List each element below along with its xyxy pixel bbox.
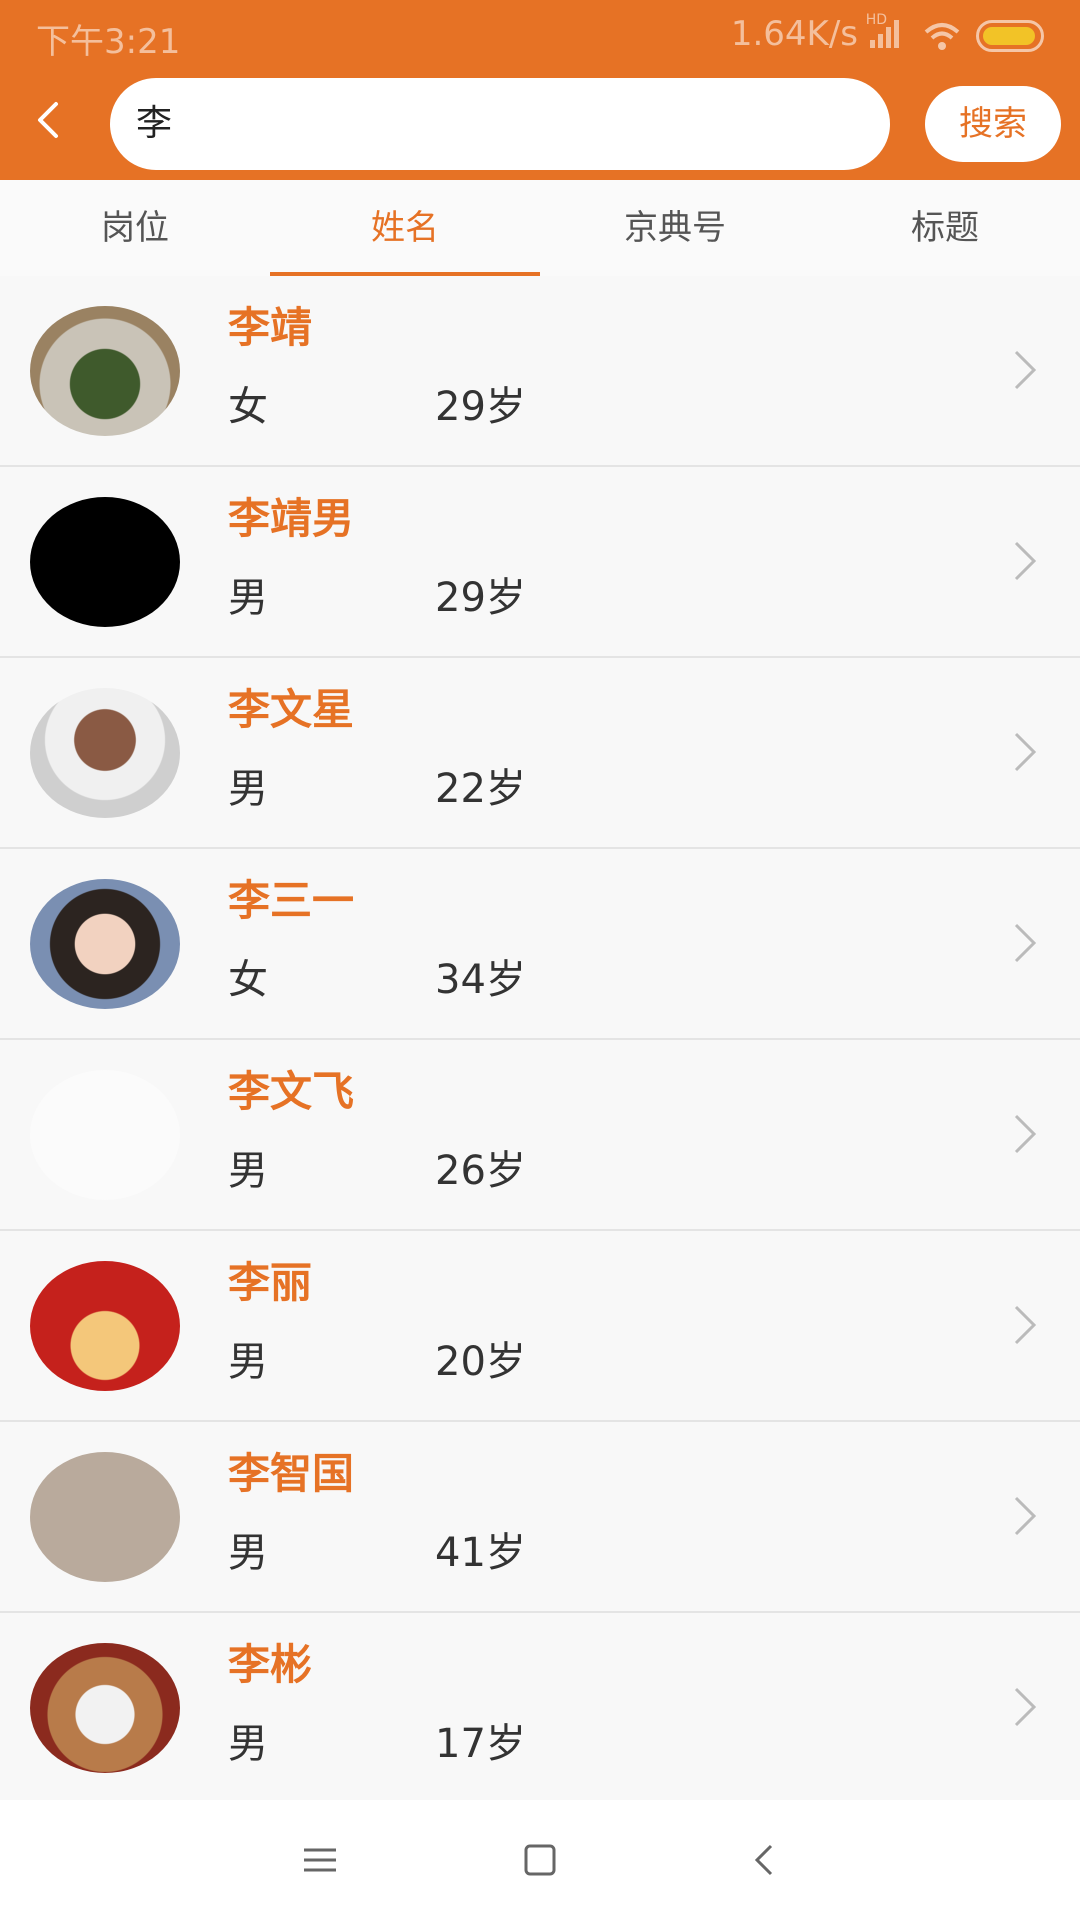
tab-jingdian-number[interactable]: 京典号 [540,180,810,276]
person-name: 李文星 [228,685,355,734]
chevron-right-icon [1014,350,1037,390]
tab-label: 标题 [911,208,979,248]
list-item[interactable]: 李智国 男 41岁 [0,1422,1080,1613]
person-gender: 男 [228,1339,268,1385]
avatar [30,1452,180,1582]
tab-label: 岗位 [101,208,169,248]
list-item[interactable]: 李三一 女 34岁 [0,849,1080,1040]
chevron-right-icon [1014,1687,1037,1727]
person-gender: 女 [228,384,268,430]
person-name: 李文飞 [228,1067,355,1116]
avatar [30,688,180,818]
person-name: 李丽 [228,1258,313,1307]
list-item[interactable]: 李彬 男 17岁 [0,1613,1080,1804]
avatar [30,497,180,627]
list-item[interactable]: 李文飞 男 26岁 [0,1040,1080,1231]
person-name: 李靖 [228,303,313,352]
list-item[interactable]: 李靖 女 29岁 [0,276,1080,467]
person-gender: 女 [228,957,268,1003]
chevron-right-icon [1014,1114,1037,1154]
person-gender: 男 [228,1148,268,1194]
search-button[interactable]: 搜索 [925,86,1061,162]
avatar [30,1070,180,1200]
avatar [30,879,180,1009]
person-name: 李智国 [228,1449,355,1498]
tab-name[interactable]: 姓名 [270,180,540,276]
chevron-right-icon [1014,1496,1037,1536]
avatar [30,1261,180,1391]
person-age: 29岁 [435,384,526,430]
person-age: 26岁 [435,1148,526,1194]
person-age: 20岁 [435,1339,526,1385]
tab-title[interactable]: 标题 [810,180,1080,276]
person-gender: 男 [228,1530,268,1576]
chevron-right-icon [1014,541,1037,581]
tab-label: 京典号 [624,208,726,248]
person-gender: 男 [228,1721,268,1767]
list-item[interactable]: 李丽 男 20岁 [0,1231,1080,1422]
filter-tabs: 岗位 姓名 京典号 标题 [0,180,1080,276]
tab-label: 姓名 [371,208,439,248]
system-nav-bar [0,1800,1080,1920]
person-name: 李三一 [228,876,355,925]
status-time: 下午3:21 [36,22,181,62]
battery-icon [976,20,1044,52]
person-age: 29岁 [435,575,526,621]
back-button[interactable] [22,92,78,148]
person-age: 22岁 [435,766,526,812]
person-age: 41岁 [435,1530,526,1576]
chevron-right-icon [1014,732,1037,772]
wifi-icon [924,23,960,50]
search-input[interactable]: 李 [110,78,890,170]
menu-icon[interactable] [290,1830,350,1890]
avatar [30,306,180,436]
status-bar: 下午3:21 1.64K/s HD [0,0,1080,70]
tab-position[interactable]: 岗位 [0,180,270,276]
chevron-right-icon [1014,923,1037,963]
person-gender: 男 [228,575,268,621]
list-item[interactable]: 李文星 男 22岁 [0,658,1080,849]
list-item[interactable]: 李靖男 男 29岁 [0,467,1080,658]
chevron-right-icon [1014,1305,1037,1345]
nav-back-icon[interactable] [735,1830,795,1890]
result-list: 李靖 女 29岁 李靖男 男 29岁 李文星 男 22岁 李三一 女 34岁 李… [0,276,1080,1804]
signal-icon [870,20,899,48]
person-age: 17岁 [435,1721,526,1767]
person-age: 34岁 [435,957,526,1003]
network-speed: 1.64K/s [730,14,858,54]
home-square-icon[interactable] [510,1830,570,1890]
app-header: 下午3:21 1.64K/s HD 李 搜索 [0,0,1080,180]
person-name: 李靖男 [228,494,355,543]
avatar [30,1643,180,1773]
chevron-left-icon [38,102,58,138]
person-gender: 男 [228,766,268,812]
person-name: 李彬 [228,1640,313,1689]
